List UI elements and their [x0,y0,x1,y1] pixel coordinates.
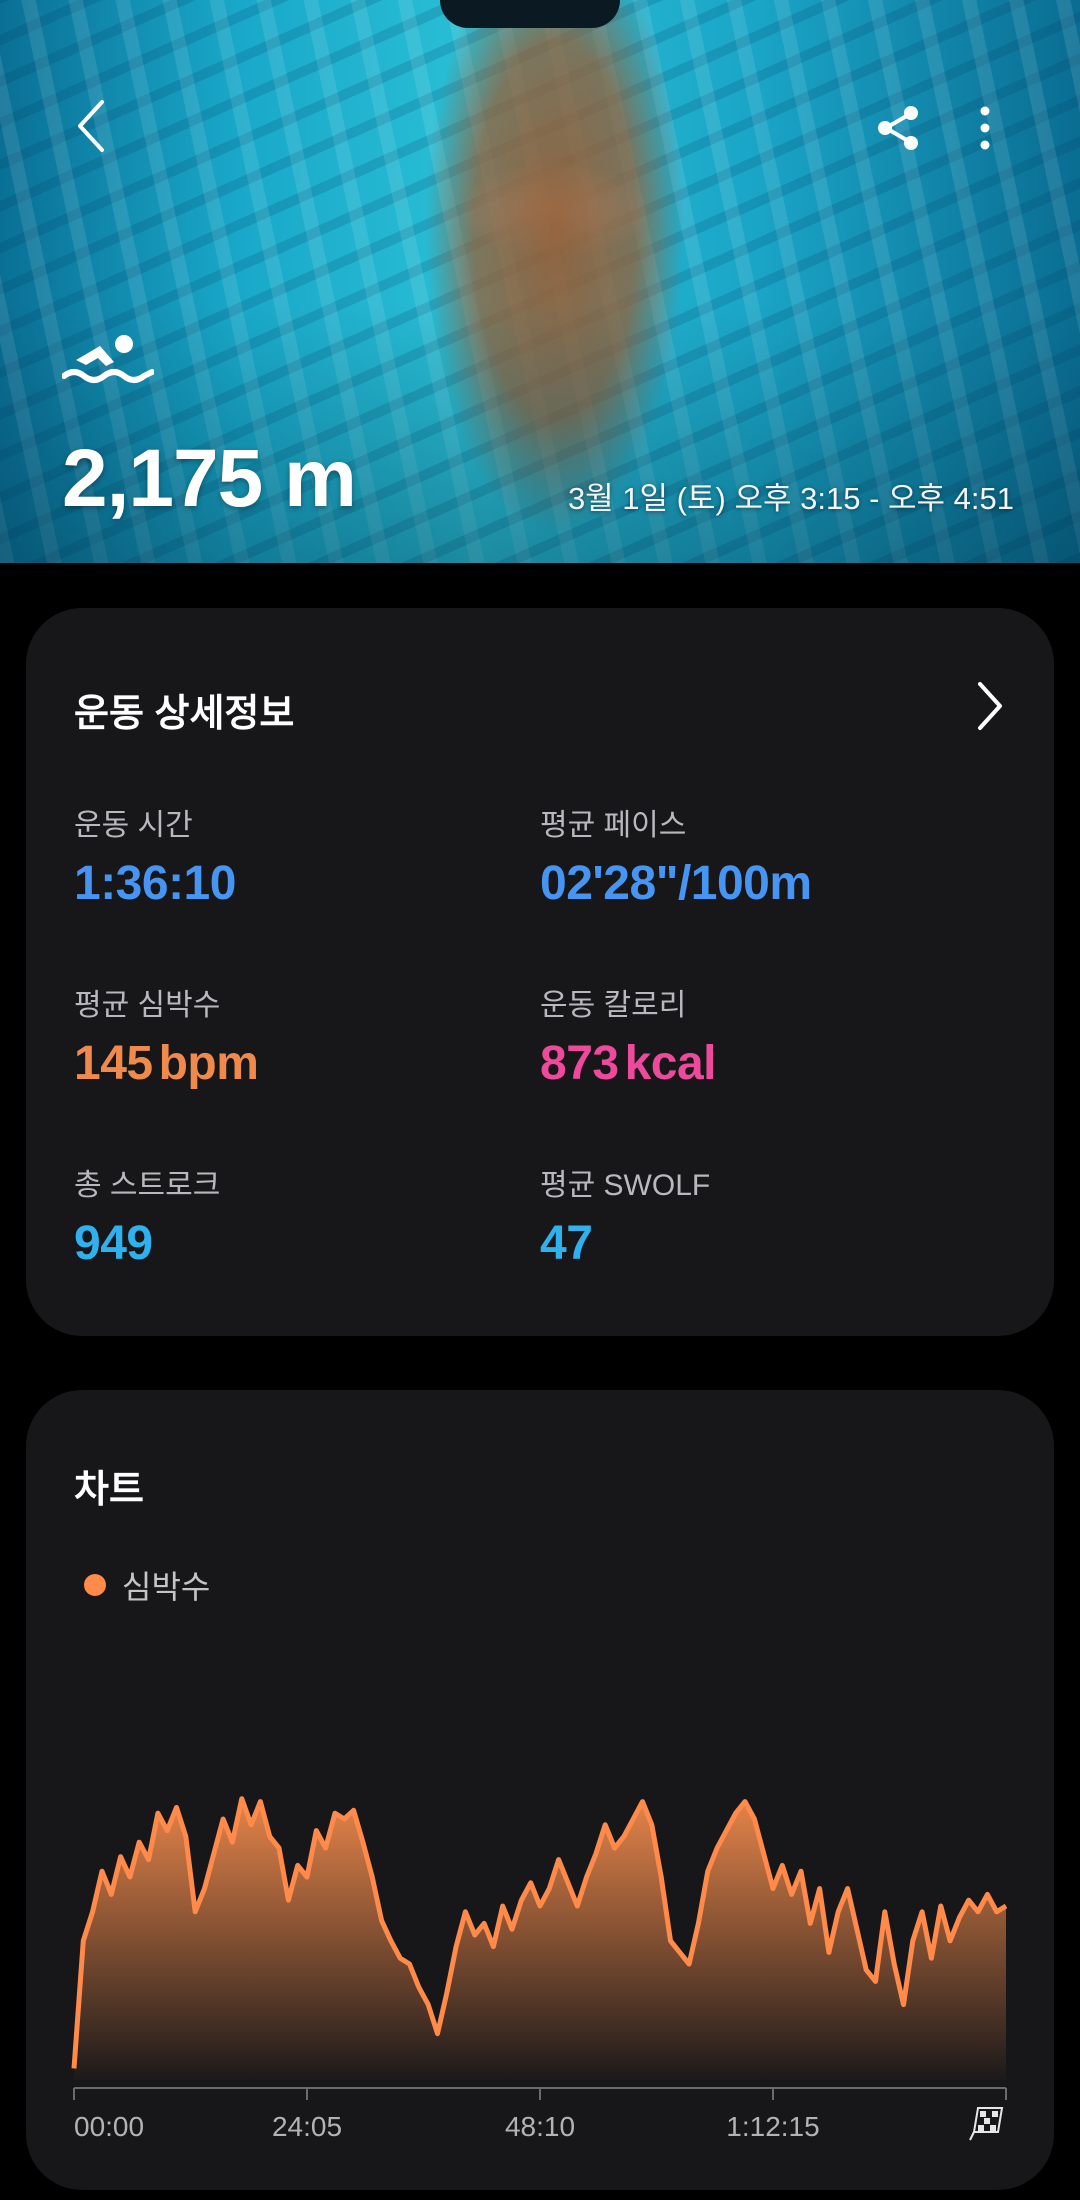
stat-value: 873 kcal [540,1036,717,1091]
stat-avg-swolf: 평균 SWOLF 47 [540,1160,710,1271]
stat-value: 47 [540,1217,593,1270]
swimmer-cap [440,0,620,28]
details-title: 운동 상세정보 [74,693,295,735]
x-tick-label: 1:12:15 [726,2111,819,2142]
share-button[interactable] [866,96,930,160]
stat-label: 평균 페이스 [540,809,687,842]
stat-label: 총 스트로크 [74,1169,221,1202]
stat-number: 873 [540,1037,619,1090]
workout-datetime: 3월 1일 (토) 오후 3:15 - 오후 4:51 [567,481,1014,516]
stat-calories: 운동 칼로리 873 kcal [540,980,717,1091]
back-button[interactable] [62,96,122,156]
stat-duration: 운동 시간 1:36:10 [74,800,236,911]
workout-details-card[interactable]: 운동 상세정보 운동 시간 1:36:10 평균 페이스 02'28"/100m… [26,608,1054,1336]
share-icon [878,106,918,150]
workout-header-photo: 2,175 m 3월 1일 (토) 오후 3:15 - 오후 4:51 [0,0,1080,563]
x-tick-label: 00:00 [74,2111,144,2142]
stat-value: 1:36:10 [74,857,236,910]
swimming-icon [62,335,154,383]
stat-avg-pace: 평균 페이스 02'28"/100m [540,800,812,911]
more-vertical-icon [980,106,990,150]
stat-label: 운동 칼로리 [540,989,687,1022]
heart-rate-area [74,1798,1006,2080]
chart-card: 차트 심박수 00:00 24:05 48:10 1:12:15 [26,1390,1054,2190]
stat-value: 145 bpm [74,1036,259,1091]
stat-value: 949 [74,1217,153,1270]
stat-number: 145 [74,1037,153,1090]
stat-label: 평균 심박수 [74,989,221,1022]
stat-unit: kcal [624,1037,717,1090]
stat-avg-heart-rate: 평균 심박수 145 bpm [74,980,259,1091]
stat-total-strokes: 총 스트로크 949 [74,1160,220,1271]
x-tick-label: 24:05 [272,2111,342,2142]
chevron-right-icon[interactable] [958,676,1018,736]
stat-label: 운동 시간 [74,809,193,842]
total-distance: 2,175 m [62,433,357,524]
x-tick-label: 48:10 [505,2111,575,2142]
checkered-flag-icon [969,2107,1004,2141]
stat-unit: bpm [158,1037,259,1090]
heart-rate-chart[interactable]: 00:00 24:05 48:10 1:12:15 [26,1390,1054,2190]
more-options-button[interactable] [955,96,1015,160]
chevron-left-icon [78,100,104,152]
stat-label: 평균 SWOLF [540,1169,711,1202]
stat-value: 02'28"/100m [540,857,812,910]
